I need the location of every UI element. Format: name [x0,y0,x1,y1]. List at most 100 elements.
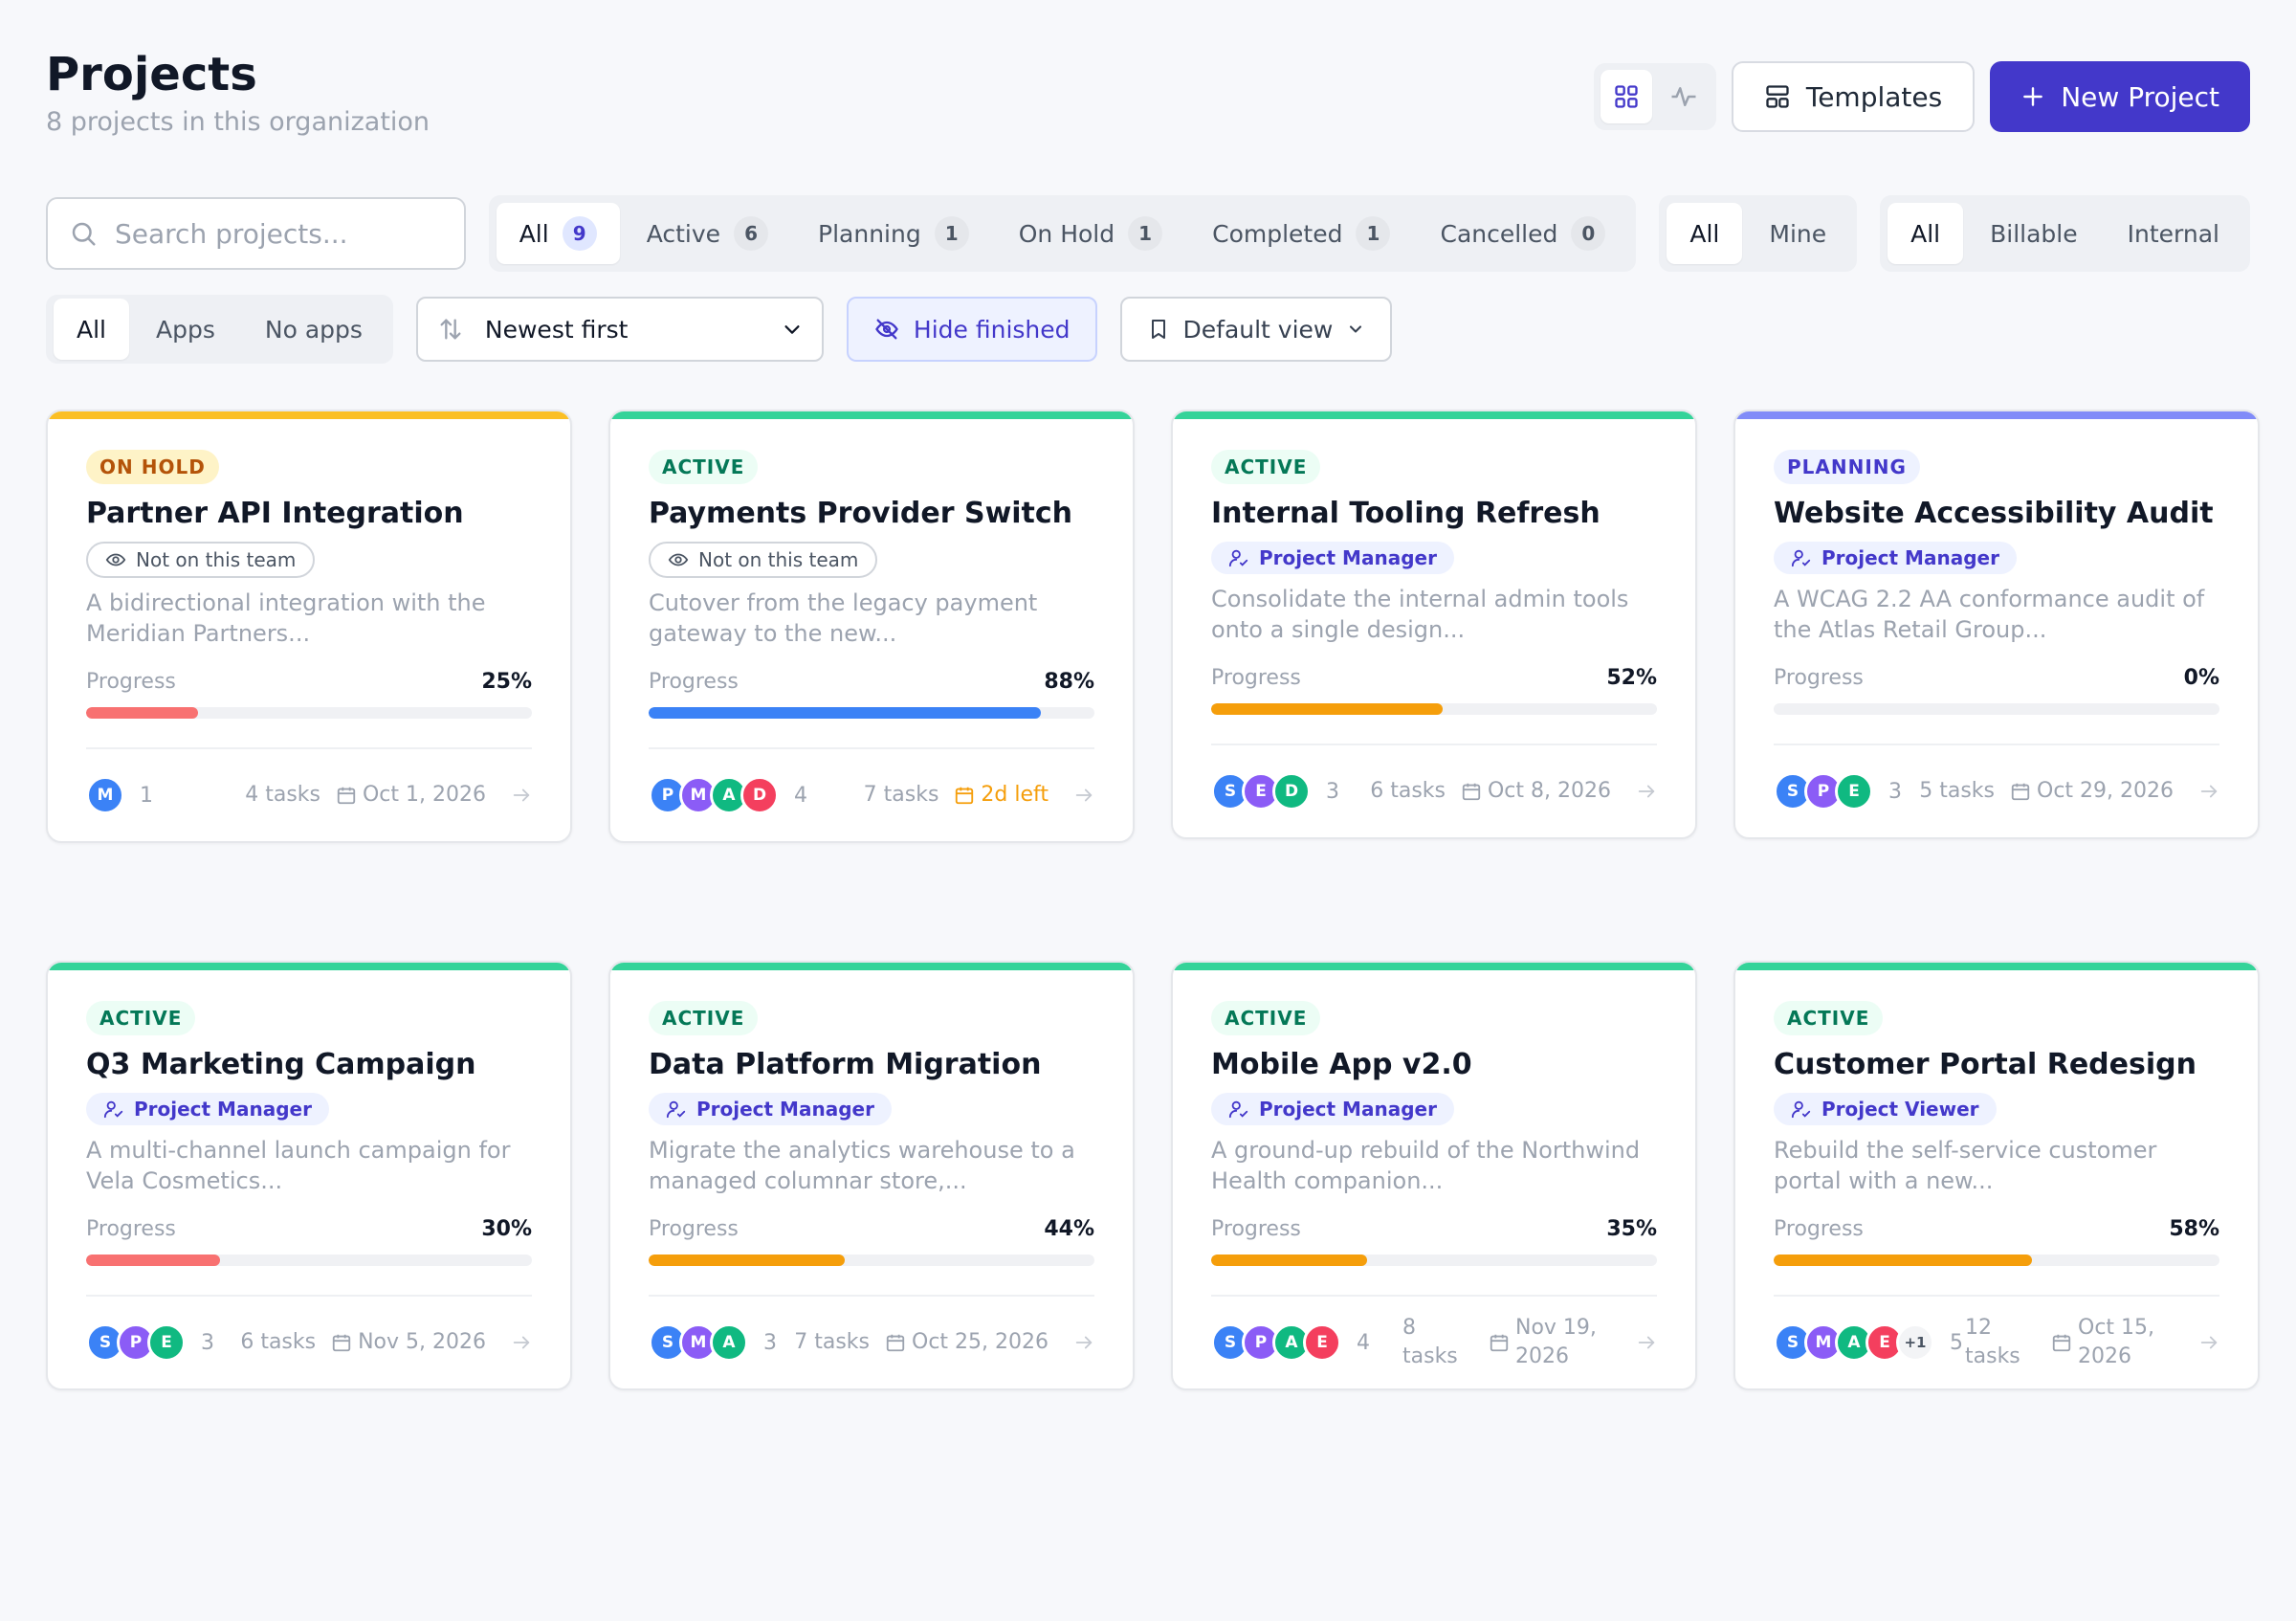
due-date: Oct 8, 2026 [1461,777,1611,806]
avatar: D [1272,772,1311,810]
arrow-right-icon[interactable] [1636,1332,1657,1353]
apps-filter-option[interactable]: All [54,299,129,360]
project-card[interactable]: ACTIVE Payments Provider Switch Not on thi… [608,410,1135,843]
progress-label: Progress [649,670,739,694]
ownership-filter-option[interactable]: Mine [1746,203,1849,264]
arrow-right-icon[interactable] [2198,781,2219,802]
activity-view-button[interactable] [1658,70,1710,123]
status-filter-option[interactable]: Planning 1 [795,203,992,264]
status-filter-option[interactable]: Completed 1 [1189,203,1413,264]
status-badge: ACTIVE [649,450,759,484]
due-date-text: Oct 29, 2026 [2037,779,2174,803]
arrow-right-icon[interactable] [511,785,532,806]
default-view-dropdown[interactable]: Default view [1119,297,1393,362]
project-title[interactable]: Payments Provider Switch [649,496,1094,532]
project-description: A bidirectional integration with the Mer… [86,589,486,647]
arrow-right-icon[interactable] [1073,785,1094,806]
progress-fill [1211,1255,1368,1266]
avatar-overflow: +1 [1896,1323,1934,1362]
filter-option-label: On Hold [1018,219,1115,248]
team-membership-chip: Not on this team [86,542,316,578]
progress-row: Progress 0% [1774,666,2219,690]
apps-filter-option[interactable]: Apps [133,299,238,360]
progress-row: Progress 52% [1211,666,1657,690]
project-title[interactable]: Data Platform Migration [649,1047,1094,1083]
user-check-icon [1791,547,1812,568]
billing-filter-option[interactable]: Billable [1967,203,2101,264]
count-badge: 1 [934,216,969,251]
filter-option-label: Planning [818,219,921,248]
project-title[interactable]: Internal Tooling Refresh [1211,496,1657,532]
progress-track [649,707,1094,719]
project-title[interactable]: Customer Portal Redesign [1774,1047,2219,1083]
card-footer: SPAE 4 8 tasks Nov 19, 2026 [1211,1297,1657,1388]
progress-label: Progress [1211,666,1301,690]
chip-label: Project Viewer [1821,1098,1979,1121]
progress-value: 25% [481,670,532,694]
due-date-text: 2d left [981,783,1049,807]
project-card[interactable]: ACTIVE Customer Portal Redesign Project Vi… [1733,961,2260,1390]
new-project-label: New Project [2061,80,2219,113]
status-bar [610,411,1133,419]
status-filter-option[interactable]: All 9 [496,203,620,264]
billing-filter-option[interactable]: Internal [2105,203,2242,264]
task-count: 8 tasks [1402,1316,1458,1368]
progress-label: Progress [1774,666,1864,690]
ownership-filter: All Mine [1659,195,1858,272]
apps-filter-option[interactable]: No apps [242,299,386,360]
project-title[interactable]: Website Accessibility Audit [1774,496,2219,532]
project-card[interactable]: ON HOLD Partner API Integration Not on thi… [46,410,572,843]
project-title[interactable]: Partner API Integration [86,496,532,532]
due-date-text: Nov 5, 2026 [358,1330,486,1354]
project-card[interactable]: PLANNING Website Accessibility Audit Proje… [1733,410,2260,839]
templates-button[interactable]: Templates [1731,61,1976,132]
progress-fill [649,1255,846,1266]
task-count: 12 tasks [1965,1316,2020,1368]
ownership-filter-option[interactable]: All [1667,203,1743,264]
grid-view-button[interactable] [1600,70,1652,123]
calendar-icon [954,785,975,806]
status-filter-option[interactable]: Cancelled 0 [1417,203,1628,264]
sort-select[interactable]: Newest first [415,297,824,362]
status-filter-option[interactable]: Active 6 [624,203,791,264]
billing-filter: All Billable Internal [1880,195,2250,272]
project-title[interactable]: Q3 Marketing Campaign [86,1047,532,1083]
role-chip: Project Manager [1774,542,2017,574]
status-badge: ACTIVE [1211,450,1321,484]
arrow-right-icon[interactable] [1636,781,1657,802]
search-input[interactable] [115,217,440,250]
plus-icon [2023,87,2043,106]
progress-row: Progress 35% [1211,1217,1657,1241]
arrow-right-icon[interactable] [2198,1332,2219,1353]
chip-label: Project Manager [1259,546,1437,569]
progress-value: 58% [2169,1217,2219,1241]
status-bar [48,963,570,970]
project-title[interactable]: Mobile App v2.0 [1211,1047,1657,1083]
role-chip: Project Manager [649,1093,892,1125]
role-chip: Project Manager [1211,1093,1454,1125]
chip-label: Project Manager [134,1098,312,1121]
project-card[interactable]: ACTIVE Internal Tooling Refresh Project Ma… [1171,410,1697,839]
user-check-icon [666,1099,687,1120]
calendar-icon [1489,1332,1510,1353]
status-bar [1173,963,1695,970]
billing-filter-option[interactable]: All [1888,203,1964,264]
status-filter-option[interactable]: On Hold 1 [996,203,1185,264]
project-card[interactable]: ACTIVE Mobile App v2.0 Project Manager A gr… [1171,961,1697,1390]
arrow-right-icon[interactable] [1073,1332,1094,1353]
status-badge: ON HOLD [86,450,219,484]
arrow-right-icon[interactable] [511,1332,532,1353]
project-description: Consolidate the internal admin tools ont… [1211,586,1629,643]
avatar: E [147,1323,186,1362]
project-card[interactable]: ACTIVE Data Platform Migration Project Man… [608,961,1135,1390]
search-icon [72,222,96,246]
count-badge: 1 [1356,216,1391,251]
filter-option-label: All [77,315,106,344]
hide-finished-toggle[interactable]: Hide finished [846,297,1097,362]
new-project-button[interactable]: New Project [1990,61,2250,132]
card-footer: SPE 3 6 tasks Nov 5, 2026 [86,1297,532,1388]
progress-row: Progress 88% [649,670,1094,694]
filter-option-label: All [519,219,549,248]
task-count: 4 tasks [245,783,320,807]
project-card[interactable]: ACTIVE Q3 Marketing Campaign Project Manag… [46,961,572,1390]
